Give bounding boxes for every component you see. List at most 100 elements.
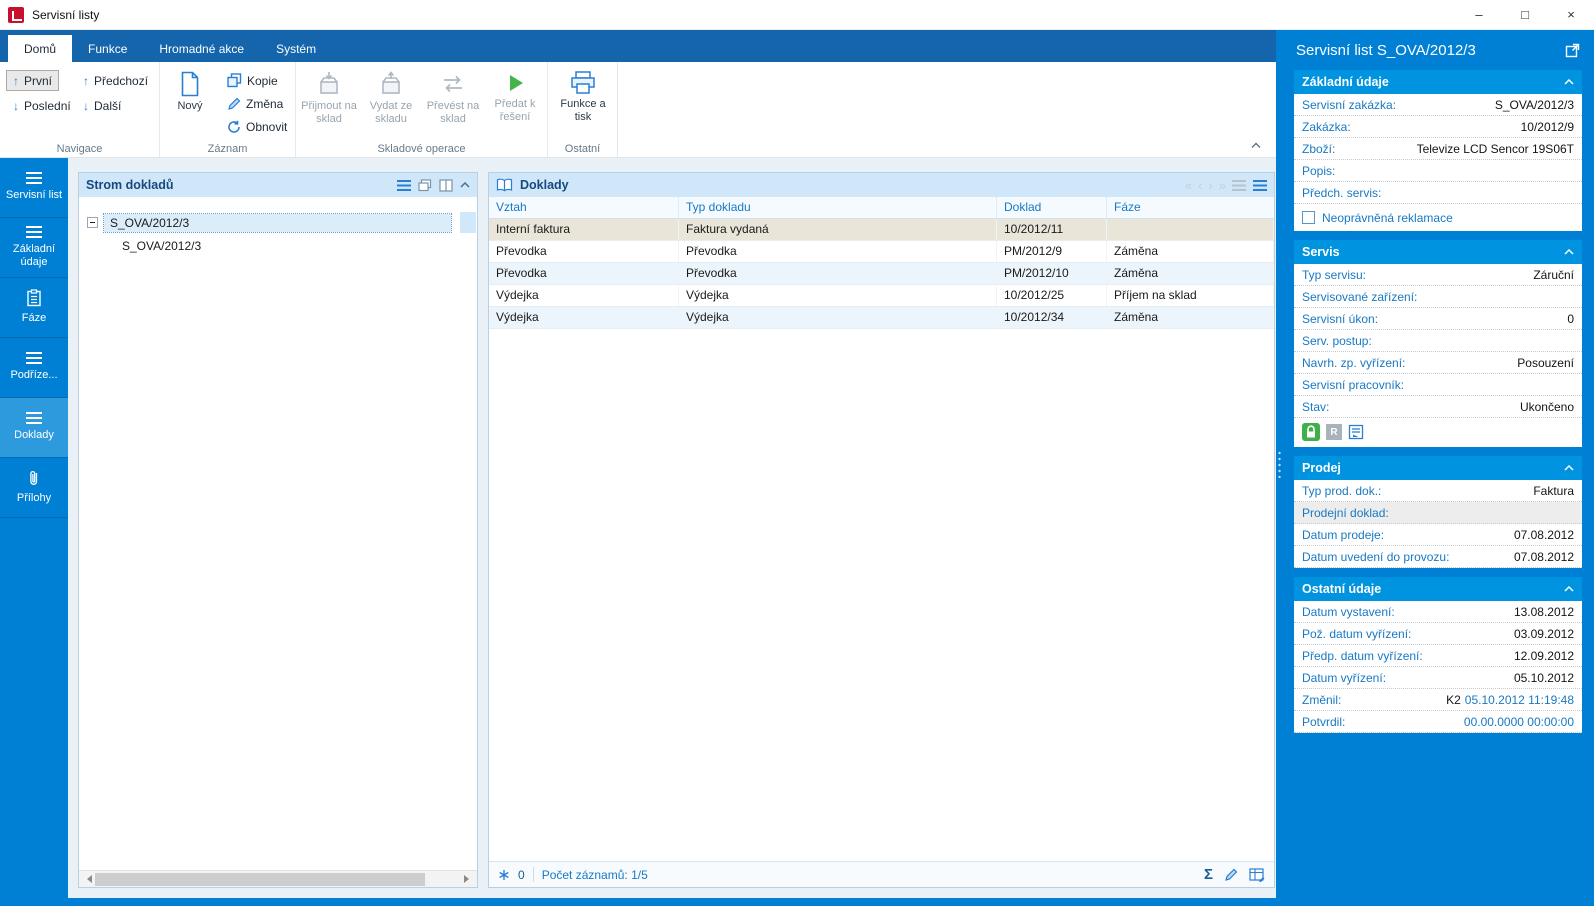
table-row[interactable]: Převodka Převodka PM/2012/10 Záměna xyxy=(489,263,1274,285)
field-label: Potvrdil: xyxy=(1302,714,1346,729)
column-header-vztah[interactable]: Vztah xyxy=(489,197,679,218)
field-datum-vystaveni[interactable]: Datum vystavení: 13.08.2012 xyxy=(1294,601,1582,623)
section-header[interactable]: Základní údaje xyxy=(1294,70,1582,94)
collapse-panel-icon[interactable] xyxy=(460,182,470,188)
field-typ-servisu[interactable]: Typ servisu: Záruční xyxy=(1294,264,1582,286)
tab-domu[interactable]: Domů xyxy=(8,35,73,62)
report-document-icon[interactable] xyxy=(1348,424,1364,440)
copy-button[interactable]: Kopie xyxy=(220,70,285,91)
horizontal-scrollbar[interactable] xyxy=(79,870,477,887)
lock-icon[interactable] xyxy=(1302,423,1320,441)
column-header-faze[interactable]: Fáze xyxy=(1107,197,1274,218)
field-popis[interactable]: Popis: xyxy=(1294,160,1582,182)
open-in-window-icon[interactable] xyxy=(1565,43,1580,58)
menu-icon[interactable] xyxy=(397,179,411,191)
tab-hromadne-akce[interactable]: Hromadné akce xyxy=(143,35,260,62)
refresh-button[interactable]: Obnovit xyxy=(220,116,294,137)
r-badge-icon[interactable]: R xyxy=(1326,424,1342,440)
previous-page-icon[interactable]: ‹ xyxy=(1198,178,1202,193)
first-page-icon[interactable]: « xyxy=(1185,178,1192,193)
section-ostatni-udaje: Ostatní údaje Datum vystavení: 13.08.201… xyxy=(1294,577,1582,733)
field-potvrdil[interactable]: Potvrdil: 00.00.0000 00:00:00 xyxy=(1294,711,1582,733)
field-predch-servis[interactable]: Předch. servis: xyxy=(1294,182,1582,204)
section-header[interactable]: Ostatní údaje xyxy=(1294,577,1582,601)
checkbox-icon[interactable] xyxy=(1302,211,1315,224)
field-servisovane-zarizeni[interactable]: Servisované zařízení: xyxy=(1294,286,1582,308)
field-typ-prod-dok[interactable]: Typ prod. dok.: Faktura xyxy=(1294,480,1582,502)
section-header[interactable]: Prodej xyxy=(1294,456,1582,480)
close-button[interactable]: × xyxy=(1548,0,1594,30)
field-predp-datum-vyrizeni[interactable]: Předp. datum vyřízení: 12.09.2012 xyxy=(1294,645,1582,667)
sidebar-item-servisni-list[interactable]: Servisní list xyxy=(0,158,68,218)
minimize-button[interactable]: – xyxy=(1456,0,1502,30)
arrow-down-icon: ↓ xyxy=(13,98,19,113)
first-label: První xyxy=(24,73,53,88)
checkbox-neopravnena-reklamace[interactable]: Neoprávněná reklamace xyxy=(1294,204,1582,231)
scrollbar-thumb[interactable] xyxy=(95,872,425,886)
previous-button[interactable]: ↑ Předchozí xyxy=(76,70,155,91)
handover-button[interactable]: Předat k řešení xyxy=(486,65,544,149)
section-header[interactable]: Servis xyxy=(1294,240,1582,264)
sidebar-item-doklady[interactable]: Doklady xyxy=(0,398,68,458)
field-datum-vyrizeni[interactable]: Datum vyřízení: 05.10.2012 xyxy=(1294,667,1582,689)
sidebar-item-zakladni-udaje[interactable]: Základní údaje xyxy=(0,218,68,278)
next-button[interactable]: ↓ Další xyxy=(76,95,128,116)
cascade-windows-icon[interactable] xyxy=(418,178,432,192)
change-button[interactable]: Změna xyxy=(220,93,290,114)
box-arrow-in-icon xyxy=(316,71,342,97)
sum-icon[interactable]: Σ xyxy=(1204,866,1213,883)
table-row[interactable]: Výdejka Výdejka 10/2012/34 Záměna xyxy=(489,307,1274,329)
menu-icon[interactable] xyxy=(1253,179,1267,191)
field-servisni-zakazka[interactable]: Servisní zakázka: S_OVA/2012/3 xyxy=(1294,94,1582,116)
tree-node-root[interactable]: S_OVA/2012/3 xyxy=(79,211,477,234)
field-servisni-pracovnik[interactable]: Servisní pracovník: xyxy=(1294,374,1582,396)
app-window: Servisní listy – □ × Domů Funkce Hromadn… xyxy=(0,0,1594,906)
field-servisni-ukon[interactable]: Servisní úkon: 0 xyxy=(1294,308,1582,330)
field-value: 07.08.2012 xyxy=(1513,527,1574,542)
collapse-expander-icon[interactable] xyxy=(87,217,98,228)
sidebar-item-faze[interactable]: Fáze xyxy=(0,278,68,338)
receive-to-stock-button[interactable]: Přijmout na sklad xyxy=(300,65,358,149)
tile-windows-icon[interactable] xyxy=(439,178,453,192)
sidebar-item-podrizene[interactable]: Podříze... xyxy=(0,338,68,398)
section-body: Datum vystavení: 13.08.2012 Pož. datum v… xyxy=(1294,601,1582,733)
field-zmenil[interactable]: Změnil: K2 05.10.2012 11:19:48 xyxy=(1294,689,1582,711)
tab-system[interactable]: Systém xyxy=(260,35,332,62)
transfer-to-stock-button[interactable]: Převést na sklad xyxy=(424,65,482,149)
panel-splitter[interactable] xyxy=(1276,30,1284,906)
last-button[interactable]: ↓ Poslední xyxy=(6,95,78,116)
edit-pencil-icon[interactable] xyxy=(1224,868,1238,882)
titlebar: Servisní listy – □ × xyxy=(0,0,1594,30)
column-header-typ-dokladu[interactable]: Typ dokladu xyxy=(679,197,997,218)
scroll-left-button[interactable] xyxy=(80,871,95,887)
ribbon-collapse-button[interactable] xyxy=(1250,138,1262,152)
tree-node-child[interactable]: S_OVA/2012/3 xyxy=(79,234,477,257)
table-row[interactable]: Výdejka Výdejka 10/2012/25 Příjem na skl… xyxy=(489,285,1274,307)
field-datum-prodeje[interactable]: Datum prodeje: 07.08.2012 xyxy=(1294,524,1582,546)
field-zakazka[interactable]: Zakázka: 10/2012/9 xyxy=(1294,116,1582,138)
field-stav[interactable]: Stav: Ukončeno xyxy=(1294,396,1582,418)
table-row[interactable]: Interní faktura Faktura vydaná 10/2012/1… xyxy=(489,219,1274,241)
disabled-menu-icon[interactable] xyxy=(1232,179,1246,191)
issue-from-stock-button[interactable]: Vydat ze skladu xyxy=(362,65,420,149)
tree-panel-header: Strom dokladů xyxy=(79,173,477,197)
field-navrh-zp-vyrizeni[interactable]: Navrh. zp. vyřízení: Posouzení xyxy=(1294,352,1582,374)
maximize-button[interactable]: □ xyxy=(1502,0,1548,30)
section-servis: Servis Typ servisu: Záruční Servisované … xyxy=(1294,240,1582,447)
scroll-right-button[interactable] xyxy=(461,871,476,887)
field-poz-datum-vyrizeni[interactable]: Pož. datum vyřízení: 03.09.2012 xyxy=(1294,623,1582,645)
field-zbozi[interactable]: Zboží: Televize LCD Sencor 19S06T xyxy=(1294,138,1582,160)
tab-funkce[interactable]: Funkce xyxy=(72,35,143,62)
last-page-icon[interactable]: » xyxy=(1219,178,1226,193)
new-button[interactable]: Nový xyxy=(166,65,214,149)
table-row[interactable]: Převodka Převodka PM/2012/9 Záměna xyxy=(489,241,1274,263)
field-datum-uvedeni-do-provozu[interactable]: Datum uvedení do provozu: 07.08.2012 xyxy=(1294,546,1582,568)
functions-print-button[interactable]: Funkce a tisk xyxy=(554,65,612,149)
field-prodejni-doklad[interactable]: Prodejní doklad: xyxy=(1294,502,1582,524)
field-serv-postup[interactable]: Serv. postup: xyxy=(1294,330,1582,352)
first-button[interactable]: ↑ První xyxy=(6,70,60,91)
sidebar-item-prilohy[interactable]: Přílohy xyxy=(0,458,68,518)
next-page-icon[interactable]: › xyxy=(1208,178,1212,193)
table-settings-icon[interactable] xyxy=(1249,867,1265,882)
column-header-doklad[interactable]: Doklad xyxy=(997,197,1107,218)
